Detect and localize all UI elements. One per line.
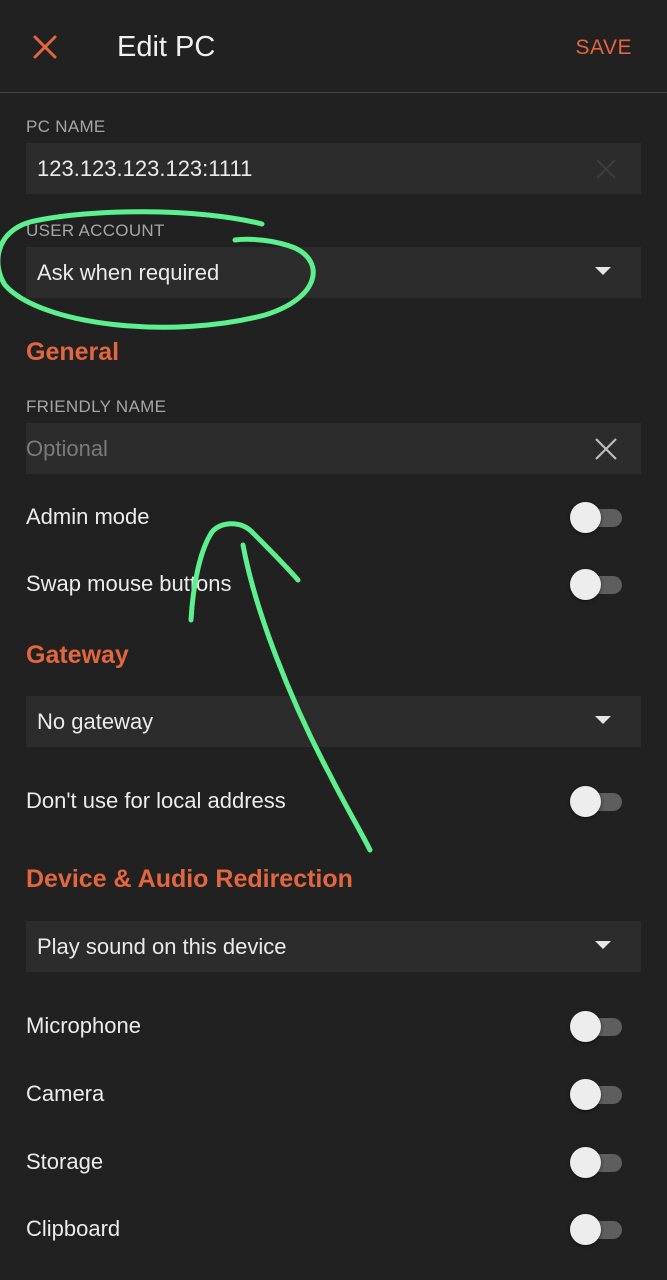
switch-thumb [570, 502, 601, 533]
admin-mode-row[interactable]: Admin mode [0, 489, 667, 545]
audio-select[interactable]: Play sound on this device [26, 921, 641, 972]
dropdown-arrow-icon [595, 941, 611, 949]
local-address-label: Don't use for local address [26, 788, 286, 813]
save-button[interactable]: SAVE [576, 34, 632, 62]
pc-name-value[interactable]: 123.123.123.123:1111 [37, 143, 252, 194]
microphone-row[interactable]: Microphone [0, 998, 667, 1054]
switch-thumb [570, 1079, 601, 1110]
camera-label: Camera [26, 1081, 105, 1106]
clipboard-row[interactable]: Clipboard [0, 1201, 667, 1257]
page-title: Edit PC [117, 31, 216, 63]
switch-thumb [570, 569, 601, 600]
clipboard-switch[interactable] [570, 1214, 624, 1245]
switch-thumb [570, 1011, 601, 1042]
user-account-value: Ask when required [37, 260, 220, 285]
dropdown-arrow-icon [595, 267, 611, 275]
friendly-name-field[interactable] [26, 423, 641, 474]
friendly-name-input[interactable] [26, 423, 586, 474]
close-button[interactable] [22, 24, 68, 70]
microphone-switch[interactable] [570, 1011, 624, 1042]
swap-mouse-buttons-switch[interactable] [570, 569, 624, 600]
gateway-select[interactable]: No gateway [26, 696, 641, 747]
camera-switch[interactable] [570, 1079, 624, 1110]
close-icon [33, 35, 57, 59]
storage-label: Storage [26, 1149, 104, 1174]
pc-name-field[interactable]: 123.123.123.123:1111 [26, 143, 641, 194]
switch-thumb [570, 786, 601, 817]
microphone-label: Microphone [26, 1013, 141, 1038]
admin-mode-switch[interactable] [570, 502, 624, 533]
audio-value: Play sound on this device [37, 934, 287, 959]
storage-row[interactable]: Storage [0, 1134, 667, 1190]
section-title-gateway: Gateway [26, 641, 129, 669]
friendly-name-label: FRIENDLY NAME [26, 397, 167, 416]
camera-row[interactable]: Camera [0, 1066, 667, 1122]
user-account-select[interactable]: Ask when required [26, 247, 641, 298]
switch-thumb [570, 1147, 601, 1178]
swap-mouse-buttons-label: Swap mouse buttons [26, 571, 232, 596]
pc-name-label: PC NAME [26, 117, 106, 136]
local-address-switch[interactable] [570, 786, 624, 817]
clear-icon [595, 438, 617, 460]
friendly-name-clear-button[interactable] [591, 434, 621, 464]
switch-thumb [570, 1214, 601, 1245]
section-title-device-audio: Device & Audio Redirection [26, 865, 353, 893]
user-account-label: USER ACCOUNT [26, 221, 165, 240]
dropdown-arrow-icon [595, 716, 611, 724]
gateway-value: No gateway [37, 709, 154, 734]
admin-mode-label: Admin mode [26, 504, 150, 529]
pc-name-clear-button[interactable] [591, 154, 621, 184]
local-address-row[interactable]: Don't use for local address [0, 773, 667, 829]
section-title-general: General [26, 338, 120, 366]
clipboard-label: Clipboard [26, 1216, 121, 1241]
app-bar: Edit PC SAVE [0, 0, 667, 93]
clear-icon [596, 159, 616, 179]
storage-switch[interactable] [570, 1147, 624, 1178]
swap-mouse-buttons-row[interactable]: Swap mouse buttons [0, 556, 667, 612]
